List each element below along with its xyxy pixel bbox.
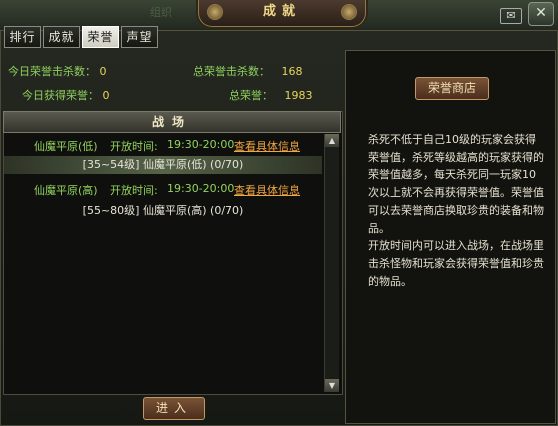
total-honor-stat: 总荣誉： 1983 (229, 87, 313, 103)
ornament-right-icon (341, 4, 357, 20)
today-honor-value: 0 (102, 89, 110, 102)
battlefield-description-text: 开放时间内可以进入战场，在战场里击杀怪物和玩家会获得荣誉值和珍贵的物品。 (368, 239, 544, 288)
battlefield-room-row[interactable]: [55~80级] 仙魔平原(高) (0/70) (4, 202, 322, 220)
honor-description-text: 杀死不低于自己10级的玩家会获得荣誉值，杀死等级越高的玩家获得的荣誉值越多，每天… (368, 133, 544, 235)
battlefield-room-row[interactable]: [35~54级] 仙魔平原(低) (0/70) (4, 156, 322, 174)
view-details-link[interactable]: 查看具体信息 (234, 138, 300, 154)
open-time-value: 19:30-20:00 (167, 182, 235, 195)
today-honor-label: 今日获得荣誉： (22, 89, 99, 102)
honor-shop-button[interactable]: 荣誉商店 (415, 77, 489, 100)
today-kills-label: 今日荣誉击杀数： (8, 65, 96, 78)
ornament-left-icon (207, 4, 223, 20)
tab-bar: 排行 成就 荣誉 声望 (4, 26, 158, 48)
mail-icon[interactable]: ✉ (500, 8, 522, 24)
corner-decoration-text: 组织 (150, 6, 172, 19)
title-plate: 成就 (198, 0, 366, 27)
battlefield-name: 仙魔平原(低) (34, 140, 98, 153)
today-kills-value: 0 (99, 65, 107, 78)
scroll-down-icon[interactable]: ▼ (325, 379, 339, 392)
tab-achievement[interactable]: 成就 (43, 26, 80, 48)
battlefield-scrollbar[interactable]: ▲ ▼ (324, 134, 339, 392)
scroll-up-icon[interactable]: ▲ (325, 134, 339, 147)
open-time-label: 开放时间: (110, 184, 158, 197)
enter-button[interactable]: 进入 (143, 397, 205, 420)
tab-ranking[interactable]: 排行 (4, 26, 41, 48)
close-button[interactable]: ✕ (528, 2, 554, 26)
achievement-window: 组织 成就 ✉ ✕ 排行 成就 荣誉 声望 今日荣誉击杀数： 0 总荣誉击杀数：… (0, 0, 558, 426)
today-kills-stat: 今日荣誉击杀数： 0 (8, 63, 107, 79)
open-time-label: 开放时间: (110, 140, 158, 153)
battlefield-entry: 仙魔平原(高) 开放时间: 19:30-20:00 查看具体信息 (4, 180, 320, 198)
total-honor-label: 总荣誉： (229, 89, 273, 102)
battlefield-entry: 仙魔平原(低) 开放时间: 19:30-20:00 查看具体信息 (4, 136, 320, 154)
total-kills-label: 总荣誉击杀数： (193, 65, 270, 78)
honor-description: 杀死不低于自己10级的玩家会获得荣誉值，杀死等级越高的玩家获得的荣誉值越多，每天… (368, 131, 546, 290)
battlefield-header: 战场 (3, 111, 341, 133)
total-kills-value: 168 (281, 65, 303, 78)
battlefield-name: 仙魔平原(高) (34, 184, 98, 197)
open-time-value: 19:30-20:00 (167, 138, 235, 151)
total-kills-stat: 总荣誉击杀数： 168 (193, 63, 303, 79)
tab-honor[interactable]: 荣誉 (82, 26, 119, 48)
tab-reputation[interactable]: 声望 (121, 26, 158, 48)
view-details-link[interactable]: 查看具体信息 (234, 182, 300, 198)
total-honor-value: 1983 (284, 89, 313, 102)
today-honor-stat: 今日获得荣誉： 0 (22, 87, 110, 103)
